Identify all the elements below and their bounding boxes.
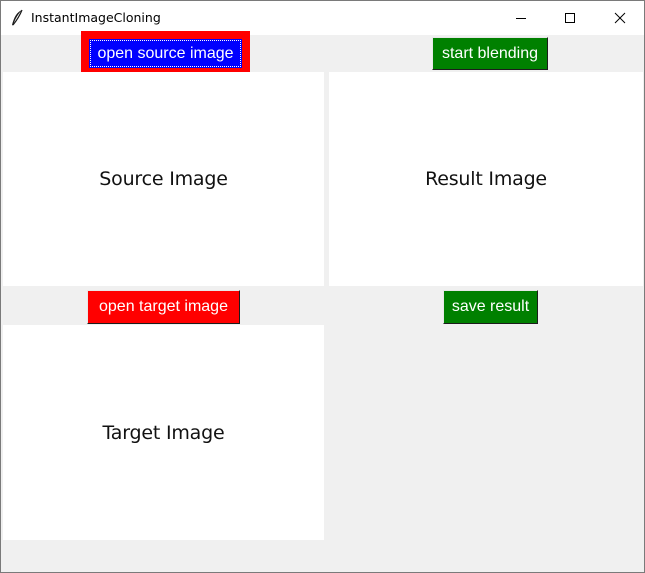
target-image-label: Target Image bbox=[102, 421, 225, 444]
maximize-button[interactable] bbox=[547, 1, 593, 35]
source-image-label: Source Image bbox=[99, 168, 228, 190]
target-image-panel: Target Image bbox=[3, 325, 324, 540]
source-image-panel: Source Image bbox=[3, 72, 324, 286]
open-source-image-button[interactable]: open source image bbox=[89, 39, 242, 68]
start-blending-button[interactable]: start blending bbox=[432, 37, 548, 70]
window-title: InstantImageCloning bbox=[31, 10, 161, 25]
result-image-label: Result Image bbox=[425, 168, 547, 190]
close-button[interactable] bbox=[597, 1, 643, 35]
app-window: InstantImageCloning open source image st… bbox=[0, 0, 645, 573]
minimize-icon bbox=[515, 12, 527, 24]
result-image-panel: Result Image bbox=[329, 72, 643, 286]
title-bar[interactable]: InstantImageCloning bbox=[1, 1, 644, 35]
open-target-image-button[interactable]: open target image bbox=[87, 290, 240, 324]
save-result-button[interactable]: save result bbox=[443, 290, 538, 324]
maximize-icon bbox=[564, 12, 576, 24]
feather-icon bbox=[10, 9, 24, 27]
close-icon bbox=[614, 12, 626, 24]
minimize-button[interactable] bbox=[498, 1, 544, 35]
